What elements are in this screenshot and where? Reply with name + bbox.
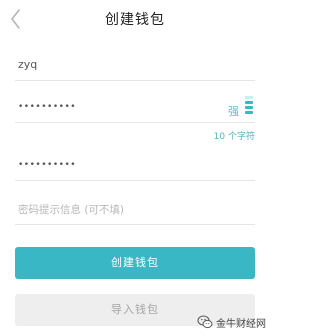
- confirm-password-value: ••••••••••: [18, 160, 77, 170]
- wallet-name-field[interactable]: zyq: [15, 52, 255, 81]
- password-hint-field[interactable]: 密码提示信息 (可不填): [15, 196, 255, 225]
- password-hint-placeholder: 密码提示信息 (可不填): [18, 204, 125, 216]
- password-value: ••••••••••: [18, 102, 77, 112]
- watermark: 金牛财经网: [197, 313, 266, 331]
- strength-label: 强: [228, 105, 239, 118]
- page-title: 创建钱包: [105, 12, 165, 28]
- watermark-text: 金牛财经网: [216, 318, 266, 330]
- wechat-logo-icon: [197, 315, 213, 329]
- create-wallet-button[interactable]: 创建钱包: [15, 247, 255, 279]
- password-length-hint: 10 个字符: [213, 132, 255, 142]
- navigation-bar: 创建钱包: [0, 0, 270, 40]
- strength-bars-icon: [245, 96, 254, 116]
- wallet-name-value: zyq: [18, 58, 38, 71]
- password-field[interactable]: •••••••••• 强: [15, 94, 255, 123]
- confirm-password-field[interactable]: ••••••••••: [15, 152, 255, 181]
